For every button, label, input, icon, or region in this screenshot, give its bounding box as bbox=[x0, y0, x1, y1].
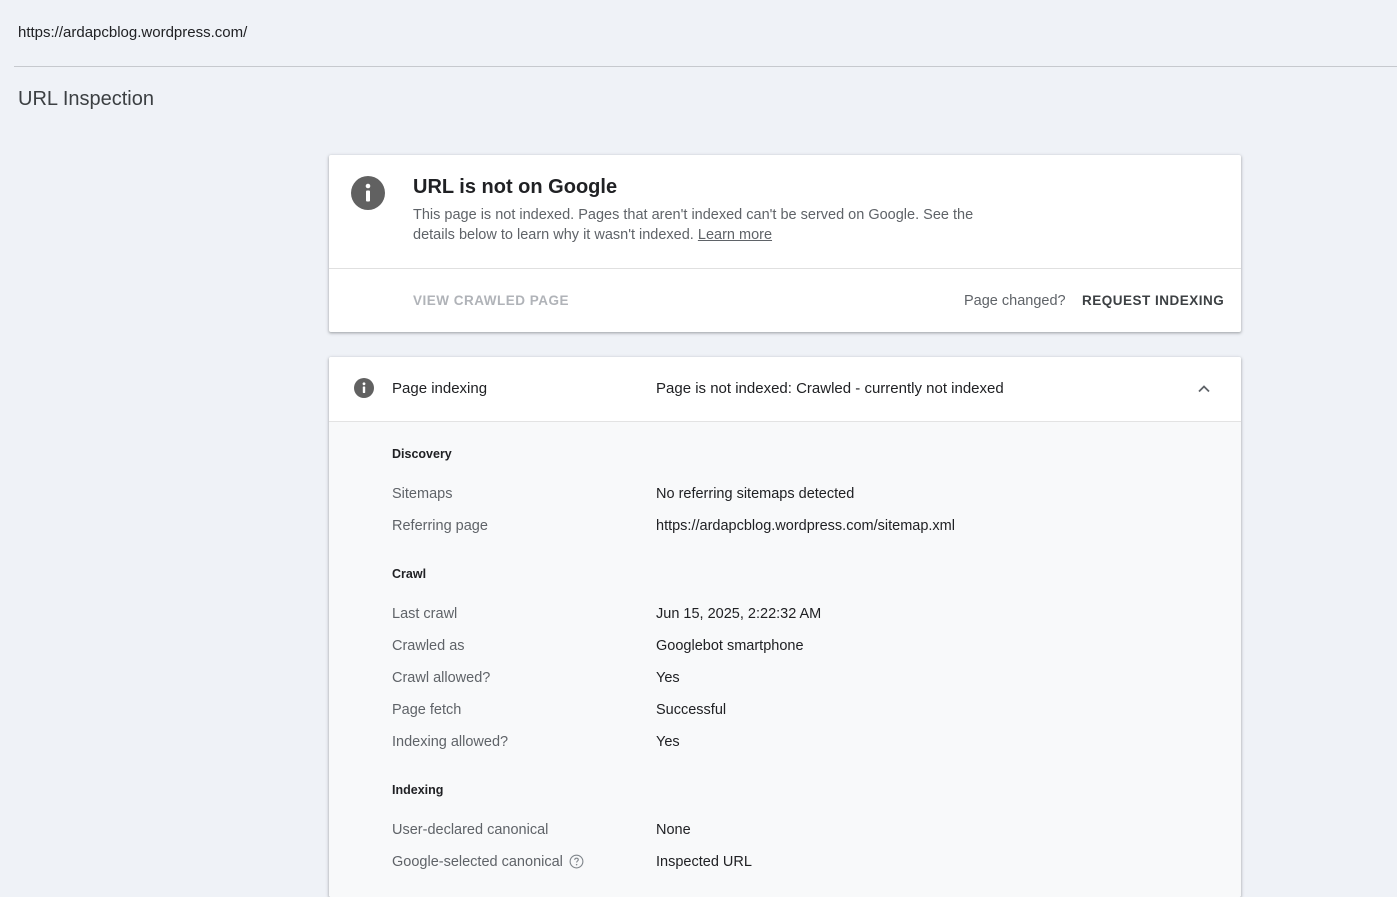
page-indexing-header[interactable]: Page indexing Page is not indexed: Crawl… bbox=[329, 357, 1241, 422]
row-label-google-selected-canonical: Google-selected canonical bbox=[392, 854, 584, 870]
page-indexing-card: Page indexing Page is not indexed: Crawl… bbox=[329, 357, 1241, 897]
google-selected-canonical-text: Google-selected canonical bbox=[392, 854, 563, 870]
info-icon bbox=[351, 176, 385, 210]
page-indexing-details: Discovery Sitemaps No referring sitemaps… bbox=[329, 422, 1241, 897]
row-value-crawled-as: Googlebot smartphone bbox=[656, 638, 804, 654]
learn-more-link[interactable]: Learn more bbox=[698, 227, 772, 243]
row-label-page-fetch: Page fetch bbox=[392, 702, 462, 718]
status-title: URL is not on Google bbox=[413, 176, 618, 198]
property-url[interactable]: https://ardapcblog.wordpress.com/ bbox=[18, 24, 247, 41]
page-indexing-status: Page is not indexed: Crawled - currently… bbox=[656, 380, 1004, 397]
section-heading-crawl: Crawl bbox=[392, 567, 427, 581]
info-icon bbox=[354, 378, 374, 398]
header-divider bbox=[14, 66, 1397, 67]
page-indexing-label: Page indexing bbox=[392, 380, 488, 397]
row-value-referring-page[interactable]: https://ardapcblog.wordpress.com/sitemap… bbox=[656, 518, 955, 534]
section-heading-discovery: Discovery bbox=[392, 447, 452, 461]
help-circle-icon[interactable] bbox=[569, 854, 584, 869]
row-label-referring-page: Referring page bbox=[392, 518, 488, 534]
row-value-google-selected-canonical: Inspected URL bbox=[656, 854, 752, 870]
row-label-crawl-allowed: Crawl allowed? bbox=[392, 670, 491, 686]
row-value-sitemaps: No referring sitemaps detected bbox=[656, 486, 855, 502]
row-label-sitemaps: Sitemaps bbox=[392, 486, 453, 502]
row-label-indexing-allowed: Indexing allowed? bbox=[392, 734, 509, 750]
status-description: This page is not indexed. Pages that are… bbox=[413, 205, 1003, 245]
section-heading-indexing: Indexing bbox=[392, 783, 444, 797]
row-label-user-declared-canonical: User-declared canonical bbox=[392, 822, 549, 838]
row-value-user-declared-canonical: None bbox=[656, 822, 691, 838]
row-value-last-crawl: Jun 15, 2025, 2:22:32 AM bbox=[656, 606, 822, 622]
row-label-last-crawl: Last crawl bbox=[392, 606, 458, 622]
url-status-card: URL is not on Google This page is not in… bbox=[329, 155, 1241, 332]
row-label-crawled-as: Crawled as bbox=[392, 638, 465, 654]
page-title: URL Inspection bbox=[18, 88, 154, 110]
page-changed-label: Page changed? bbox=[964, 293, 1066, 309]
chevron-up-icon[interactable] bbox=[1196, 381, 1212, 397]
card-divider bbox=[329, 268, 1241, 269]
request-indexing-button[interactable]: REQUEST INDEXING bbox=[1082, 293, 1224, 308]
view-crawled-page-button[interactable]: VIEW CRAWLED PAGE bbox=[413, 293, 569, 308]
row-value-crawl-allowed: Yes bbox=[656, 670, 680, 686]
row-value-page-fetch: Successful bbox=[656, 702, 727, 718]
status-description-text: This page is not indexed. Pages that are… bbox=[413, 207, 974, 243]
row-value-indexing-allowed: Yes bbox=[656, 734, 680, 750]
